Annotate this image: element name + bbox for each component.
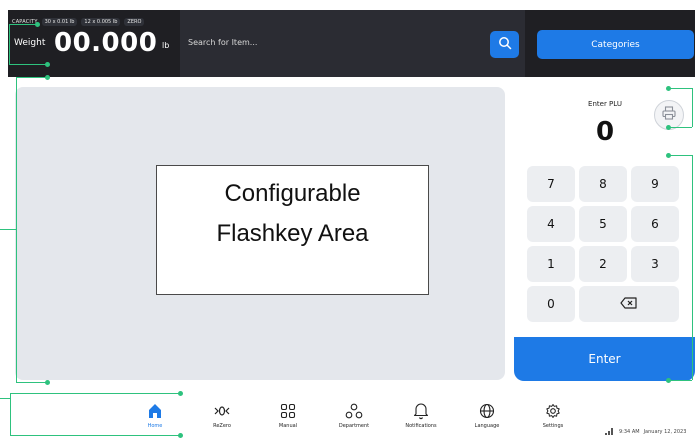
search-button[interactable] xyxy=(490,31,519,58)
plu-label: Enter PLU xyxy=(588,100,622,108)
annotation-dot xyxy=(35,22,40,27)
enter-button[interactable]: Enter xyxy=(514,337,695,381)
home-icon xyxy=(144,400,166,422)
flashkey-title-line2: Flashkey Area xyxy=(216,220,369,247)
annotation-dot xyxy=(178,391,183,396)
weight-label: Weight xyxy=(14,38,46,48)
annotation-dot xyxy=(666,378,671,383)
plu-value: 0 xyxy=(595,117,615,147)
keypad-key-2[interactable]: 2 xyxy=(579,246,627,282)
annotation-line xyxy=(668,88,692,89)
nav-item-language[interactable]: Language xyxy=(461,400,513,429)
nav-label-settings: Settings xyxy=(542,423,564,429)
keypad-key-9[interactable]: 9 xyxy=(631,166,679,202)
nav-label-rezero: ReZero xyxy=(213,423,231,429)
nav-item-manual[interactable]: Manual xyxy=(262,400,314,429)
capacity-badge: 30 x 0.01 lb xyxy=(41,17,78,26)
annotation-dot xyxy=(45,62,50,67)
status-time: 9:34 AM xyxy=(619,429,640,435)
nav-item-rezero[interactable]: ReZero xyxy=(196,400,248,429)
weight-unit: lb xyxy=(162,41,170,50)
keypad-key-4[interactable]: 4 xyxy=(527,206,575,242)
search-icon xyxy=(498,35,512,54)
annotation-line xyxy=(668,380,692,381)
nav-label-manual: Manual xyxy=(278,423,298,429)
keypad-key-0[interactable]: 0 xyxy=(527,286,575,322)
annotation-line xyxy=(9,64,47,65)
backspace-button[interactable] xyxy=(579,286,679,322)
nav-label-department: Department xyxy=(338,423,370,429)
annotation-line xyxy=(9,24,10,64)
nav-item-settings[interactable]: Settings xyxy=(527,400,579,429)
bell-icon xyxy=(410,400,432,422)
zero-badge: ZERO xyxy=(124,17,145,26)
department-icon xyxy=(343,400,365,422)
annotation-line xyxy=(16,77,48,78)
weight-value: 00.000 xyxy=(54,28,158,58)
gear-icon xyxy=(542,400,564,422)
annotation-line xyxy=(0,398,10,399)
annotation-line xyxy=(9,24,37,25)
keypad-key-5[interactable]: 5 xyxy=(579,206,627,242)
annotation-line xyxy=(10,435,180,436)
nav-label-language: Language xyxy=(474,423,500,429)
nav-item-department[interactable]: Department xyxy=(328,400,380,429)
nav-label-home: Home xyxy=(147,423,163,429)
annotation-line xyxy=(10,393,11,435)
status-bar: 9:34 AM January 12, 2023 xyxy=(605,427,686,437)
search-input[interactable]: Search for Item... xyxy=(188,38,257,47)
annotation-dot xyxy=(666,125,671,130)
annotation-dot xyxy=(45,75,50,80)
annotation-line xyxy=(0,229,16,230)
signal-icon xyxy=(605,427,615,437)
annotation-line xyxy=(692,88,693,127)
annotation-dot xyxy=(178,433,183,438)
globe-icon xyxy=(476,400,498,422)
nav-label-notifications: Notifications xyxy=(405,423,437,429)
annotation-dot xyxy=(45,380,50,385)
keypad-key-7[interactable]: 7 xyxy=(527,166,575,202)
annotation-line xyxy=(668,127,692,128)
printer-icon xyxy=(661,105,677,125)
grid-icon xyxy=(277,400,299,422)
annotation-line xyxy=(692,155,693,380)
keypad-key-6[interactable]: 6 xyxy=(631,206,679,242)
keypad-key-1[interactable]: 1 xyxy=(527,246,575,282)
annotation-line xyxy=(16,382,48,383)
nav-item-notifications[interactable]: Notifications xyxy=(395,400,447,429)
flashkey-title-line1: Configurable xyxy=(224,180,361,207)
annotation-line xyxy=(16,77,17,382)
status-date: January 12, 2023 xyxy=(643,429,687,435)
annotation-dot xyxy=(666,86,671,91)
keypad-key-8[interactable]: 8 xyxy=(579,166,627,202)
capacity-badge: 12 x 0.005 lb xyxy=(81,17,121,26)
backspace-icon xyxy=(620,296,638,312)
keypad-key-3[interactable]: 3 xyxy=(631,246,679,282)
annotation-line xyxy=(10,393,180,394)
annotation-dot xyxy=(666,153,671,158)
nav-item-home[interactable]: Home xyxy=(129,400,181,429)
flashkey-placeholder: Configurable Flashkey Area xyxy=(156,165,429,295)
annotation-line xyxy=(668,155,692,156)
rezero-icon xyxy=(211,400,233,422)
categories-button[interactable]: Categories xyxy=(537,30,694,59)
